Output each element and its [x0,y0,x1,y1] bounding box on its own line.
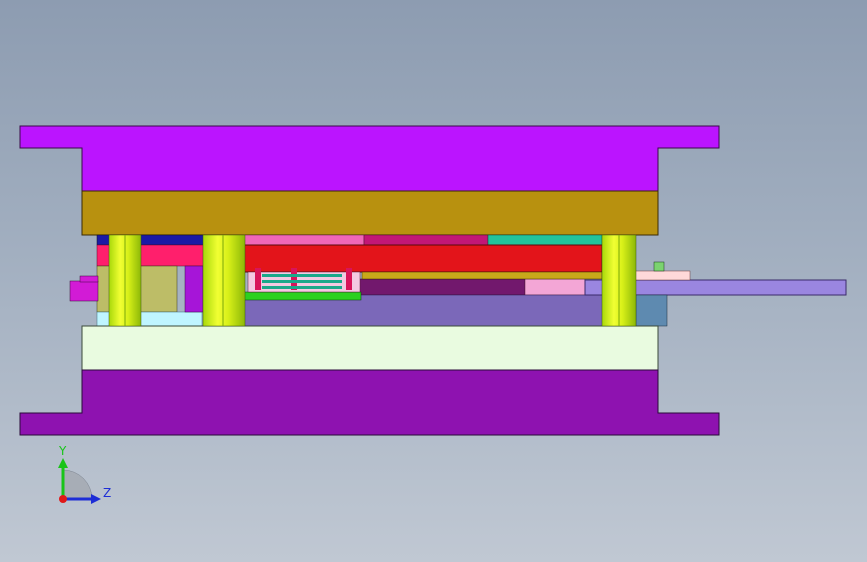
pink-insert-block[interactable] [524,278,586,296]
stripper-plate[interactable] [242,244,603,273]
y-axis-arrow [58,458,68,468]
pink-backing-strip[interactable] [242,234,365,246]
graphics-viewport[interactable]: Y Z [0,0,867,562]
bottom-base-plate[interactable] [19,369,720,436]
purple-side-block[interactable] [184,265,204,313]
z-axis-arrow [91,494,101,504]
green-plate[interactable] [242,291,362,301]
cad-scene: Y Z [19,125,847,504]
top-clamp-plate[interactable] [19,125,720,193]
guide-pillar-right[interactable] [601,234,637,327]
magenta-backing-strip[interactable] [363,234,489,246]
triad-quarter-disk [62,469,93,500]
orientation-triad[interactable]: Y Z [58,444,111,504]
punch-holder-plate[interactable] [81,190,659,236]
guide-pillar-left-1[interactable] [108,234,142,327]
y-axis-label: Y [58,444,67,458]
intermediate-plate[interactable] [334,278,526,296]
stud-pin[interactable] [653,261,665,272]
gold-spacer-strip[interactable] [361,271,603,280]
x-axis-origin [59,495,67,503]
light-pink-block[interactable] [633,270,691,281]
z-axis-label: Z [103,486,111,500]
magenta-side-tab[interactable] [69,280,99,302]
steel-blue-block[interactable] [635,294,668,327]
die-assembly-model[interactable] [19,125,847,436]
guide-pillar-left-2[interactable] [202,234,246,327]
magenta-side-tab-inner [79,275,99,283]
lower-die-plate[interactable] [81,325,659,371]
teal-backing-strip[interactable] [487,234,603,246]
